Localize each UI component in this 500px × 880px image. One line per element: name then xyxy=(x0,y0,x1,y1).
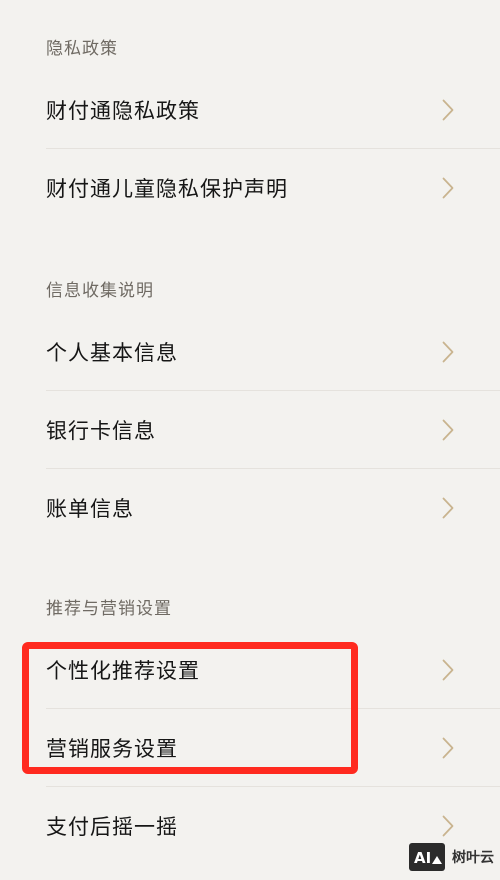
divider xyxy=(46,786,500,787)
chevron-right-icon xyxy=(442,341,454,363)
row-label: 支付后摇一摇 xyxy=(46,815,178,839)
row-label: 银行卡信息 xyxy=(46,419,156,443)
divider xyxy=(46,468,500,469)
chevron-right-icon xyxy=(442,497,454,519)
row-marketing-service-settings[interactable]: 营销服务设置 xyxy=(0,710,500,786)
chevron-right-icon xyxy=(442,737,454,759)
settings-screen: 隐私政策 财付通隐私政策 财付通儿童隐私保护声明 信息收集说明 个人基本信息 银… xyxy=(0,0,500,880)
row-caifutong-child-privacy-statement[interactable]: 财付通儿童隐私保护声明 xyxy=(0,150,500,226)
chevron-right-icon xyxy=(442,99,454,121)
row-personal-basic-info[interactable]: 个人基本信息 xyxy=(0,314,500,390)
divider xyxy=(46,390,500,391)
row-label: 个人基本信息 xyxy=(46,341,178,365)
chevron-right-icon xyxy=(442,815,454,837)
row-label: 账单信息 xyxy=(46,497,134,521)
row-bank-card-info[interactable]: 银行卡信息 xyxy=(0,392,500,468)
divider xyxy=(46,148,500,149)
chevron-right-icon xyxy=(442,177,454,199)
row-caifutong-privacy-policy[interactable]: 财付通隐私政策 xyxy=(0,72,500,148)
row-label: 财付通儿童隐私保护声明 xyxy=(46,177,288,201)
row-label: 财付通隐私政策 xyxy=(46,99,200,123)
divider xyxy=(46,708,500,709)
section-header-info-collection: 信息收集说明 xyxy=(46,281,154,301)
row-label: 营销服务设置 xyxy=(46,737,178,761)
watermark: AI 树叶云 xyxy=(408,842,494,872)
watermark-label: 树叶云 xyxy=(452,850,494,866)
section-header-recommendation-marketing: 推荐与营销设置 xyxy=(46,599,172,619)
row-personalized-recommendation-settings[interactable]: 个性化推荐设置 xyxy=(0,632,500,708)
row-label: 个性化推荐设置 xyxy=(46,659,200,683)
chevron-right-icon xyxy=(442,659,454,681)
chevron-right-icon xyxy=(442,419,454,441)
ai-logo-icon: AI xyxy=(409,843,445,871)
svg-text:AI: AI xyxy=(414,849,431,867)
row-bill-info[interactable]: 账单信息 xyxy=(0,470,500,546)
section-header-privacy-policy: 隐私政策 xyxy=(46,39,118,59)
